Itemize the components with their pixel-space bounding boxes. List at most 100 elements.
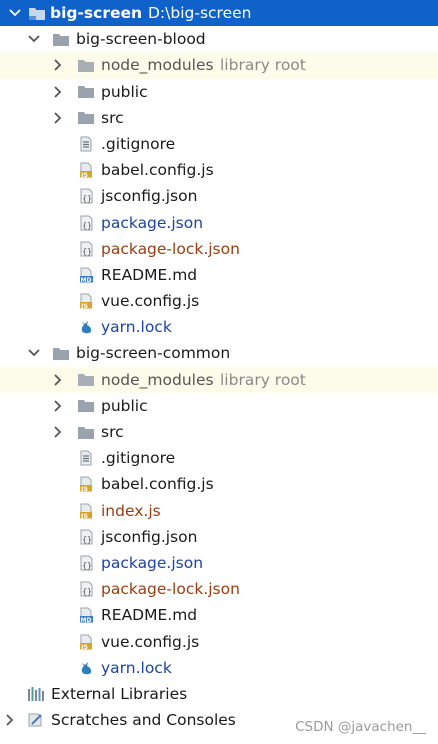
tree-item-label: package.json bbox=[101, 213, 204, 232]
tree-item-label: .gitignore bbox=[101, 134, 176, 153]
tree-file[interactable]: JS babel.config.js bbox=[0, 157, 438, 183]
chevron-right-icon[interactable] bbox=[51, 367, 65, 393]
tree-item-label: vue.config.js bbox=[101, 292, 200, 311]
tree-folder-node-modules[interactable]: node_modules library root bbox=[0, 52, 438, 79]
json-file-icon: {} bbox=[77, 188, 95, 204]
js-file-icon: JS bbox=[77, 293, 95, 309]
tree-item-label: README.md bbox=[101, 265, 198, 284]
chevron-right-icon[interactable] bbox=[51, 79, 65, 105]
json-file-icon: {} bbox=[77, 581, 95, 597]
tree-file[interactable]: MD README.md bbox=[0, 602, 438, 628]
chevron-right-icon[interactable] bbox=[51, 393, 65, 419]
svg-text:MD: MD bbox=[80, 277, 91, 283]
tree-file[interactable]: {} package.json bbox=[0, 550, 438, 576]
svg-text:JS: JS bbox=[80, 485, 88, 492]
chevron-down-icon[interactable] bbox=[8, 0, 22, 26]
tree-file[interactable]: .gitignore bbox=[0, 445, 438, 471]
json-file-icon: {} bbox=[77, 215, 95, 231]
svg-text:{}: {} bbox=[82, 221, 92, 230]
svg-text:{}: {} bbox=[82, 587, 92, 596]
tree-file[interactable]: {} package.json bbox=[0, 210, 438, 236]
tree-file[interactable]: {} package-lock.json bbox=[0, 236, 438, 262]
library-icon bbox=[27, 686, 45, 702]
tree-file[interactable]: {} jsconfig.json bbox=[0, 183, 438, 209]
tree-file[interactable]: {} package-lock.json bbox=[0, 576, 438, 602]
chevron-right-icon[interactable] bbox=[51, 105, 65, 131]
tree-project-big-screen-blood[interactable]: big-screen-blood bbox=[0, 26, 438, 52]
svg-text:MD: MD bbox=[80, 617, 91, 623]
tree-item-label: package-lock.json bbox=[101, 580, 240, 599]
js-file-icon: JS bbox=[77, 162, 95, 178]
svg-text:{}: {} bbox=[82, 561, 92, 570]
svg-text:JS: JS bbox=[80, 302, 88, 309]
tree-item-label: index.js bbox=[101, 501, 161, 520]
tree-item-label: jsconfig.json bbox=[101, 527, 198, 546]
tree-file[interactable]: yarn.lock bbox=[0, 314, 438, 340]
tree-item-label: package.json bbox=[101, 553, 204, 572]
tree-item-label: src bbox=[101, 108, 124, 127]
tree-item-hint: library root bbox=[220, 370, 306, 389]
tree-file[interactable]: JS index.js bbox=[0, 498, 438, 524]
svg-text:JS: JS bbox=[80, 643, 88, 650]
js-file-icon: JS bbox=[77, 634, 95, 650]
folder-icon bbox=[77, 372, 95, 388]
json-file-icon: {} bbox=[77, 241, 95, 257]
svg-text:JS: JS bbox=[80, 512, 88, 519]
tree-file[interactable]: JS vue.config.js bbox=[0, 288, 438, 314]
tree-item-label: .gitignore bbox=[101, 449, 176, 468]
folder-icon bbox=[77, 110, 95, 126]
tree-item-label: big-screen-common bbox=[76, 344, 231, 363]
folder-icon bbox=[77, 424, 95, 440]
folder-icon bbox=[77, 57, 95, 73]
json-file-icon: {} bbox=[77, 555, 95, 571]
chevron-right-icon[interactable] bbox=[3, 707, 17, 733]
tree-file[interactable]: JS babel.config.js bbox=[0, 471, 438, 497]
tree-item-label: package-lock.json bbox=[101, 239, 240, 258]
tree-item-label: node_modules bbox=[101, 56, 214, 75]
tree-item-hint: library root bbox=[220, 56, 306, 75]
root-folder-icon bbox=[28, 5, 46, 21]
tree-folder-node-modules[interactable]: node_modules library root bbox=[0, 366, 438, 393]
tree-item-label: README.md bbox=[101, 606, 198, 625]
tree-file[interactable]: MD README.md bbox=[0, 262, 438, 288]
tree-item-label: node_modules bbox=[101, 370, 214, 389]
markdown-file-icon: MD bbox=[77, 607, 95, 623]
tree-file[interactable]: JS vue.config.js bbox=[0, 629, 438, 655]
yarn-cat-icon bbox=[77, 660, 95, 676]
chevron-down-icon[interactable] bbox=[27, 340, 41, 366]
tree-item-label: yarn.lock bbox=[101, 318, 172, 337]
root-path: D:\big-screen bbox=[148, 4, 252, 22]
tree-item-label: src bbox=[101, 423, 124, 441]
yarn-cat-icon bbox=[77, 319, 95, 335]
folder-icon bbox=[52, 31, 70, 47]
tree-root-big-screen[interactable]: big-screen D:\big-screen bbox=[0, 0, 438, 27]
watermark: CSDN @javachen__ bbox=[295, 719, 426, 735]
tree-folder-public[interactable]: public bbox=[0, 79, 438, 105]
tree-folder-src[interactable]: src bbox=[0, 419, 438, 445]
tree-folder-public[interactable]: public bbox=[0, 393, 438, 419]
chevron-down-icon[interactable] bbox=[27, 26, 41, 52]
tree-project-big-screen-common[interactable]: big-screen-common bbox=[0, 340, 438, 366]
tree-item-label: vue.config.js bbox=[101, 632, 200, 651]
folder-icon bbox=[77, 398, 95, 414]
tree-file[interactable]: {} jsconfig.json bbox=[0, 524, 438, 550]
tree-item-label: Scratches and Consoles bbox=[51, 711, 236, 730]
text-file-icon bbox=[77, 136, 95, 152]
chevron-right-icon[interactable] bbox=[51, 52, 65, 78]
tree-item-label: yarn.lock bbox=[101, 658, 172, 677]
svg-text:{}: {} bbox=[82, 194, 92, 203]
json-file-icon: {} bbox=[77, 529, 95, 545]
tree-file[interactable]: yarn.lock bbox=[0, 655, 438, 681]
tree-folder-src[interactable]: src bbox=[0, 105, 438, 131]
folder-icon bbox=[77, 84, 95, 100]
svg-text:{}: {} bbox=[82, 247, 92, 256]
text-file-icon bbox=[77, 450, 95, 466]
tree-item-label: babel.config.js bbox=[101, 161, 214, 180]
tree-external-libraries[interactable]: External Libraries bbox=[0, 681, 438, 707]
scratches-icon bbox=[27, 712, 45, 728]
tree-item-label: public bbox=[101, 82, 148, 101]
folder-icon bbox=[52, 345, 70, 361]
chevron-right-icon[interactable] bbox=[51, 419, 65, 445]
tree-file[interactable]: .gitignore bbox=[0, 131, 438, 157]
svg-text:{}: {} bbox=[82, 535, 92, 544]
